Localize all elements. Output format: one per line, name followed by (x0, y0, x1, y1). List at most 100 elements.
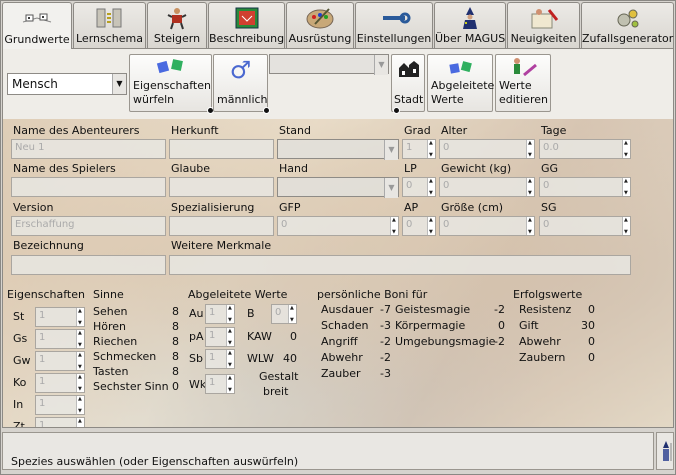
weight-spinner[interactable]: 0 (439, 177, 535, 197)
edit-values-button[interactable]: Werte editieren (495, 54, 551, 112)
sb-spinner[interactable]: 1 (205, 349, 235, 369)
tab-neuigkeiten[interactable]: Neuigkeiten (507, 2, 580, 48)
edit-icon (514, 58, 537, 77)
news-icon (531, 9, 558, 29)
origin-label: Herkunft (171, 124, 219, 137)
gender-button[interactable]: ♂ männlich (213, 54, 270, 114)
derived-values-button[interactable]: Abgeleitete Werte (427, 54, 494, 112)
boni-label: Zauber (321, 367, 361, 380)
origin-select-toolbar[interactable]: ▼ (269, 54, 389, 75)
derived-title: Abgeleitete Werte (188, 288, 288, 301)
player-field[interactable] (11, 177, 166, 197)
town-button[interactable]: Stadt (391, 54, 425, 114)
b-label: B (247, 307, 255, 320)
name-field[interactable]: Neu 1 (11, 139, 166, 159)
attribute-label: Gw (13, 354, 31, 367)
sg-spinner[interactable]: 0 (539, 216, 631, 236)
palette-icon (306, 8, 334, 29)
attribute-label: Ko (13, 376, 27, 389)
designation-field[interactable] (11, 255, 166, 275)
status-indicator (656, 432, 674, 470)
tab-label: Zufallsgenerator (582, 32, 674, 45)
tab-label: Über MAGUS (435, 32, 506, 45)
tab-ausruestung[interactable]: Ausrüstung (286, 2, 354, 48)
tab-ueber-magus[interactable]: Über MAGUS (434, 2, 506, 48)
sense-label: Sechster Sinn (93, 380, 169, 393)
tab-grundwerte[interactable]: Grundwerte (2, 2, 72, 49)
pa-label: pA (189, 330, 204, 343)
town-icon (399, 61, 419, 77)
dice-icon (449, 61, 472, 74)
status-select[interactable]: ▼ (277, 139, 399, 160)
boni-value: -7 (380, 303, 391, 316)
tab-label: Neuigkeiten (510, 32, 577, 45)
attribute-spinner[interactable]: 1 (35, 395, 85, 415)
boni-title: persönliche Boni für (317, 288, 428, 301)
tab-label: Einstellungen (356, 32, 432, 45)
status-bar: Spezies auswählen (oder Eigenschaften au… (2, 432, 654, 470)
grade-spinner[interactable]: 1 (402, 139, 436, 159)
faith-field[interactable] (169, 177, 274, 197)
tab-label: Ausrüstung (288, 32, 352, 45)
specialization-field[interactable] (169, 216, 274, 236)
chevron-down-icon[interactable]: ▼ (374, 55, 388, 75)
hand-select[interactable]: ▼ (277, 177, 399, 198)
status-label: Stand (279, 124, 311, 137)
weight-label: Gewicht (kg) (441, 162, 512, 175)
sense-label: Riechen (93, 335, 138, 348)
grade-label: Grad (404, 124, 431, 137)
designation-label: Bezeichnung (13, 239, 84, 252)
sense-value: 8 (172, 320, 179, 333)
lp-spinner[interactable]: 0 (402, 177, 436, 197)
wlw-value: 40 (283, 352, 297, 365)
tab-steigern[interactable]: Steigern (147, 2, 207, 48)
attributes-title: Eigenschaften (7, 288, 85, 301)
wlw-label: WLW (247, 352, 274, 365)
tab-beschreibung[interactable]: Beschreibung (208, 2, 285, 48)
attribute-label: Zt (13, 420, 25, 428)
tab-einstellungen[interactable]: Einstellungen (355, 2, 433, 48)
status-text: Spezies auswählen (oder Eigenschaften au… (11, 455, 299, 468)
tab-zufallsgenerator[interactable]: Zufallsgenerator (581, 2, 674, 48)
gfp-spinner[interactable]: 0 (277, 216, 399, 236)
species-select[interactable]: Mensch ▼ (7, 73, 127, 95)
attribute-spinner[interactable]: 1 (35, 373, 85, 393)
traits-field[interactable] (169, 255, 631, 275)
boni-label: Körpermagie (395, 319, 466, 332)
shape-value: breit (263, 385, 289, 398)
origin-field[interactable] (169, 139, 274, 159)
success-value: 0 (588, 351, 595, 364)
ap-spinner[interactable]: 0 (402, 216, 436, 236)
success-label: Abwehr (519, 335, 561, 348)
days-spinner[interactable]: 0.0 (539, 139, 631, 159)
au-spinner[interactable]: 1 (205, 304, 235, 324)
chevron-down-icon[interactable]: ▼ (384, 178, 398, 198)
version-label: Version (13, 201, 54, 214)
attribute-spinner[interactable]: 1 (35, 351, 85, 371)
boni-value: -2 (380, 335, 391, 348)
pa-spinner[interactable]: 1 (205, 327, 235, 347)
tab-lernschema[interactable]: Lernschema (73, 2, 146, 48)
attribute-spinner[interactable]: 1 (35, 307, 85, 327)
player-label: Name des Spielers (13, 162, 116, 175)
roll-attributes-button[interactable]: Eigenschaften würfeln (129, 54, 214, 114)
gg-label: GG (541, 162, 559, 175)
success-title: Erfolgswerte (513, 288, 583, 301)
wk-spinner[interactable]: 1 (205, 374, 235, 394)
version-field[interactable]: Erschaffung (11, 216, 166, 236)
chevron-down-icon[interactable]: ▼ (384, 140, 398, 160)
age-spinner[interactable]: 0 (439, 139, 535, 159)
attribute-label: In (13, 398, 24, 411)
dice-icon (156, 59, 183, 74)
boni-label: Umgebungsmagie (395, 335, 496, 348)
faith-label: Glaube (171, 162, 211, 175)
b-spinner[interactable]: 0 (271, 304, 297, 324)
attribute-spinner[interactable]: 1 (35, 417, 85, 427)
lp-label: LP (404, 162, 417, 175)
height-spinner[interactable]: 0 (439, 216, 535, 236)
gg-spinner[interactable]: 0 (539, 177, 631, 197)
tab-label: Lernschema (76, 32, 143, 45)
attribute-spinner[interactable]: 1 (35, 329, 85, 349)
sb-label: Sb (189, 352, 203, 365)
chevron-down-icon[interactable]: ▼ (112, 74, 126, 94)
